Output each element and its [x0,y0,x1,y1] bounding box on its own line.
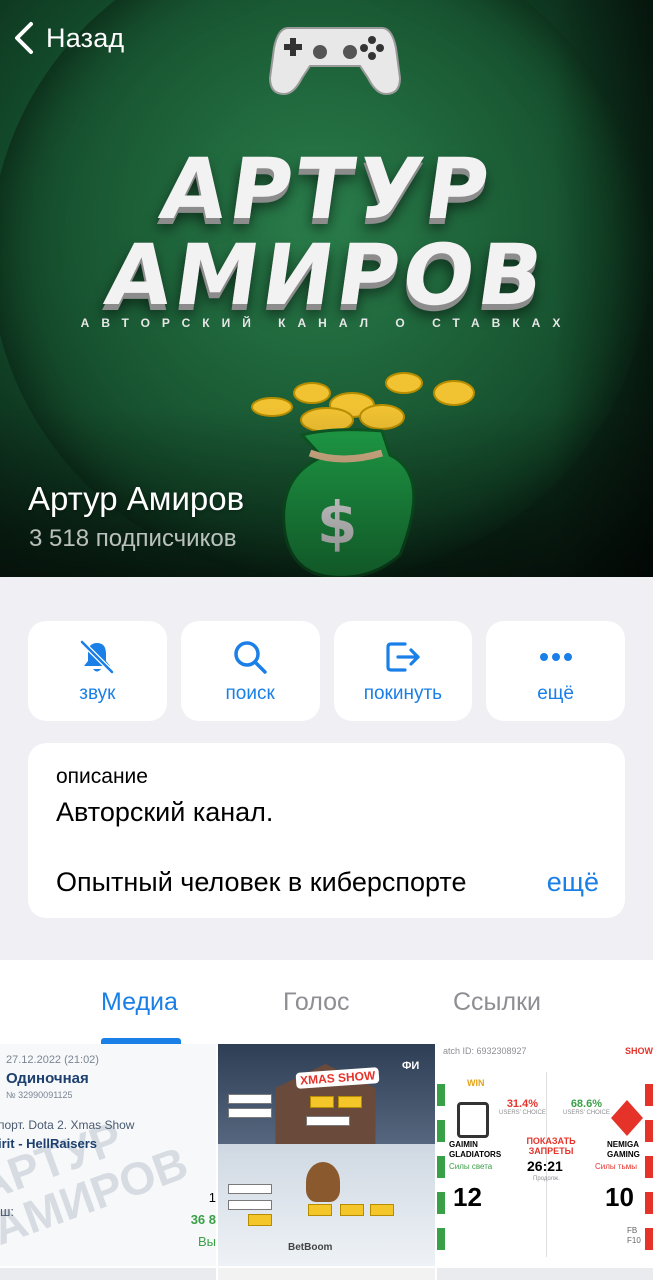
mute-button[interactable]: звук [28,621,167,721]
bet-date: 27.12.2022 (21:02) [6,1054,99,1066]
description-card: описание Авторский канал. Опытный челове… [28,743,625,918]
nemiga-logo [611,1100,643,1136]
media-thumb-match-card[interactable]: atch ID: 6932308927 SHOW WIN 31.4% USERS'… [437,1044,653,1266]
bet-match: irit - HellRaisers [0,1136,97,1151]
right-side: Силы тьмы [595,1162,637,1171]
action-buttons: звук поиск покинуть ещё [28,621,625,721]
description-heading: описание [56,765,148,788]
gaimin-logo [457,1102,489,1138]
bet-label: ш: [0,1204,15,1219]
bell-slash-icon [80,640,115,674]
leave-button[interactable]: покинуть [333,621,473,721]
more-label: ещё [537,683,575,704]
search-label: поиск [225,683,275,704]
match-duration: Продолж. [533,1176,560,1182]
show-bans: ПОКАЗАТЬ ЗАПРЕТЫ [526,1136,576,1156]
right-users-choice: USERS' CHOICE [563,1110,610,1116]
left-users-choice: USERS' CHOICE [499,1110,546,1116]
back-button[interactable]: Назад [12,20,124,56]
right-score: 10 [605,1182,634,1212]
bet-status: Вы [197,1234,216,1249]
media-tabs: Медиа Голос Ссылки [0,960,653,1044]
leave-icon [386,642,420,672]
channel-info-screen: АРТУР АМИРОВ АВТОРСКИЙ КАНАЛ О СТАВКАХ $… [0,0,653,1280]
match-win: WIN [467,1078,485,1088]
gamepad-icon [268,27,402,96]
bet-amount: 36 8 [190,1212,216,1227]
leave-label: покинуть [363,683,443,704]
match-show: SHOW [625,1046,653,1056]
fb-label: FB [627,1226,638,1235]
tab-voice[interactable]: Голос [283,988,350,1017]
back-label: Назад [46,22,125,53]
more-button[interactable]: ещё [486,621,625,721]
left-team: GAIMIN GLADIATORS [449,1140,502,1159]
subscriber-count: 3 518 подписчиков [29,525,237,552]
right-team: NEMIGA GAMING [607,1140,640,1159]
f10-label: F10 [627,1236,641,1245]
media-thumb-row2-2[interactable] [218,1268,435,1280]
logo-subtitle: АВТОРСКИЙ КАНАЛ О СТАВКАХ [80,316,573,330]
tab-media[interactable]: Медиа [101,988,178,1017]
channel-name: Артур Амиров [28,480,245,517]
bet-sport: порт. Dota 2. Xmas Show [0,1118,135,1132]
mute-label: звук [79,683,116,704]
match-id: atch ID: 6932308927 [443,1046,527,1056]
description-more-link[interactable]: ещё [547,867,599,898]
bracket-side-text: ФИ [402,1060,420,1072]
left-score: 12 [453,1182,482,1212]
media-grid: АРТУР АМИРОВ 27.12.2022 (21:02) Одиночная… [0,1044,653,1280]
channel-cover: АРТУР АМИРОВ АВТОРСКИЙ КАНАЛ О СТАВКАХ $… [0,0,653,577]
media-thumb-row2-3[interactable] [437,1268,653,1280]
bet-value: 1 [208,1190,216,1205]
tab-links[interactable]: Ссылки [453,988,541,1017]
bracket-character [306,1162,340,1202]
chevron-left-icon [15,22,33,54]
left-side: Силы света [449,1162,493,1171]
logo-line-1: АРТУР [154,140,499,238]
media-thumb-row2-1[interactable] [0,1268,216,1280]
media-thumb-bracket[interactable]: XMAS SHOW ФИ BetBoom [218,1044,435,1266]
search-icon [234,641,267,674]
bet-number: № 32990091125 [6,1090,73,1100]
more-dots-icon [539,653,572,661]
search-button[interactable]: поиск [180,621,320,721]
media-thumb-bet-slip[interactable]: АРТУР АМИРОВ 27.12.2022 (21:02) Одиночная… [0,1044,216,1266]
left-percent: 31.4% [506,1098,539,1110]
bracket-sponsor: BetBoom [288,1242,333,1253]
logo-line-2: АМИРОВ [99,226,554,324]
right-percent: 68.6% [570,1098,603,1110]
description-line-2: Опытный человек в киберспорте [56,867,467,897]
bet-kind: Одиночная [6,1070,89,1087]
description-line-1: Авторский канал. [56,797,274,827]
match-time: 26:21 [527,1158,563,1174]
